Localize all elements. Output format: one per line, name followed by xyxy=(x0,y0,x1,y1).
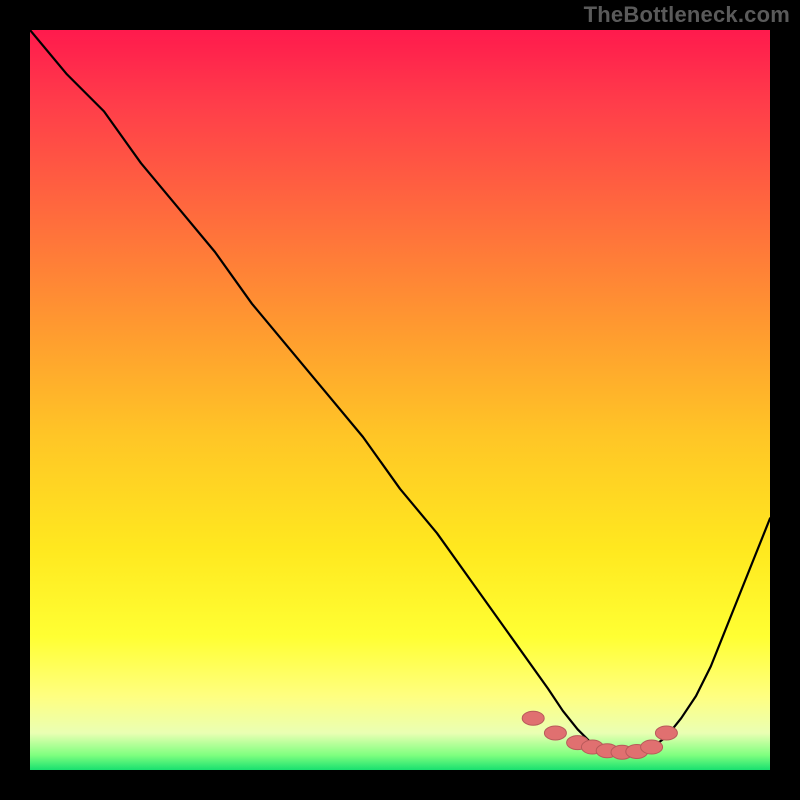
marker-dot xyxy=(544,726,566,740)
watermark-text: TheBottleneck.com xyxy=(584,2,790,28)
bottom-marker-cluster xyxy=(522,711,677,759)
chart-frame: TheBottleneck.com xyxy=(0,0,800,800)
plot-area xyxy=(30,30,770,770)
marker-dot xyxy=(522,711,544,725)
marker-dot xyxy=(655,726,677,740)
marker-dot xyxy=(641,740,663,754)
bottleneck-curve-line xyxy=(30,30,770,754)
chart-svg xyxy=(30,30,770,770)
